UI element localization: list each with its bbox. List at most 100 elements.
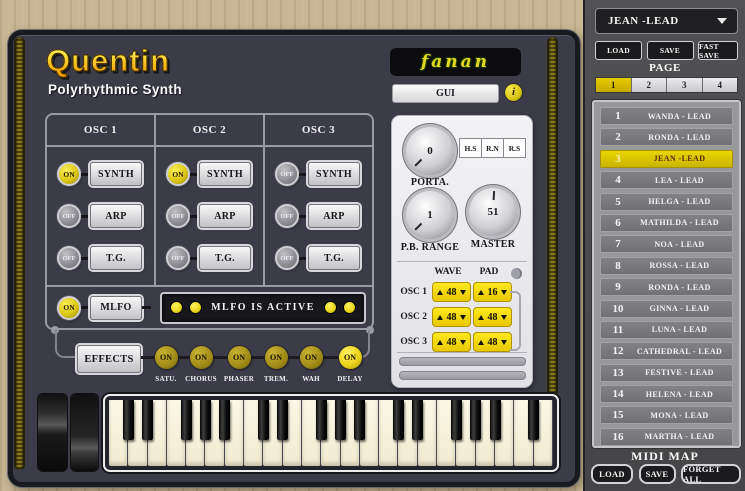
mlfo-button[interactable]: MLFO — [90, 296, 142, 320]
info-icon[interactable]: i — [505, 84, 522, 101]
arp-toggle[interactable]: OFF — [166, 204, 190, 228]
black-key[interactable] — [316, 400, 327, 440]
page-tab-3[interactable]: 3 — [667, 78, 703, 92]
page-tab-2[interactable]: 2 — [632, 78, 668, 92]
preset-item[interactable]: 16MARTHA - LEAD — [600, 428, 733, 446]
spinner-down-icon[interactable] — [501, 315, 507, 320]
preset-item[interactable]: 12CATHEDRAL - LEAD — [600, 342, 733, 360]
save-button[interactable]: SAVE — [647, 41, 694, 60]
tg-button[interactable]: T.G. — [199, 246, 251, 270]
midi-load-button[interactable]: LOAD — [591, 464, 633, 484]
black-key[interactable] — [123, 400, 134, 440]
black-key[interactable] — [142, 400, 153, 440]
preset-item[interactable]: 2RONDA - LEAD — [600, 128, 733, 146]
black-key[interactable] — [412, 400, 423, 440]
osc-row: OFF T.G. — [47, 246, 154, 270]
gui-button[interactable]: GUI — [392, 84, 499, 103]
black-key[interactable] — [219, 400, 230, 440]
preset-item[interactable]: 15MONA - LEAD — [600, 406, 733, 424]
spinner-down-icon[interactable] — [460, 340, 466, 345]
preset-item[interactable]: 1WANDA - LEAD — [600, 107, 733, 125]
fast-save-button[interactable]: FAST SAVE — [698, 41, 738, 60]
spinner-up-icon[interactable] — [437, 340, 443, 345]
effect-toggle-chorus[interactable]: ON — [190, 346, 213, 369]
spinner-up-icon[interactable] — [478, 290, 484, 295]
midi-save-button[interactable]: SAVE — [639, 464, 676, 484]
pitch-wheel[interactable] — [38, 394, 67, 471]
synth-toggle[interactable]: ON — [166, 162, 190, 186]
spinner-down-icon[interactable] — [501, 340, 507, 345]
tg-button[interactable]: T.G. — [308, 246, 360, 270]
black-key[interactable] — [470, 400, 481, 440]
synth-button[interactable]: SYNTH — [90, 162, 142, 186]
black-key[interactable] — [393, 400, 404, 440]
midi-forget-all-button[interactable]: FORGET ALL — [681, 464, 741, 484]
black-key[interactable] — [277, 400, 288, 440]
black-key[interactable] — [528, 400, 539, 440]
preset-item[interactable]: 7NOA - LEAD — [600, 235, 733, 253]
arp-button[interactable]: ARP — [308, 204, 360, 228]
effect-toggle-trem[interactable]: ON — [265, 346, 288, 369]
mod-wheel[interactable] — [71, 394, 98, 471]
arp-toggle[interactable]: OFF — [275, 204, 299, 228]
synth-toggle[interactable]: OFF — [275, 162, 299, 186]
black-key[interactable] — [490, 400, 501, 440]
page-tab-1[interactable]: 1 — [596, 78, 632, 92]
preset-item[interactable]: 10GINNA - LEAD — [600, 300, 733, 318]
black-key[interactable] — [181, 400, 192, 440]
preset-name: JEAN -LEAD — [635, 154, 732, 163]
tg-toggle[interactable]: OFF — [275, 246, 299, 270]
porta-knob[interactable]: 0 — [406, 127, 454, 175]
preset-item[interactable]: 5HELGA - LEAD — [600, 193, 733, 211]
preset-item[interactable]: 9RONDA - LEAD — [600, 278, 733, 296]
wave-spinner[interactable]: 48 — [432, 282, 471, 302]
mode-button-rn[interactable]: R.N — [481, 138, 504, 158]
mode-button-rs[interactable]: R.S — [503, 138, 526, 158]
preset-item[interactable]: 3JEAN -LEAD — [600, 150, 733, 168]
effect-toggle-satu[interactable]: ON — [155, 346, 178, 369]
pb-range-knob[interactable]: 1 — [406, 191, 454, 239]
effect-toggle-phaser[interactable]: ON — [228, 346, 251, 369]
effects-button[interactable]: EFFECTS — [77, 345, 141, 373]
tg-button[interactable]: T.G. — [90, 246, 142, 270]
tg-toggle[interactable]: OFF — [57, 246, 81, 270]
preset-dropdown[interactable]: JEAN -LEAD — [595, 8, 738, 34]
spinner-down-icon[interactable] — [460, 315, 466, 320]
black-key[interactable] — [200, 400, 211, 440]
black-key[interactable] — [451, 400, 462, 440]
page-tab-4[interactable]: 4 — [703, 78, 738, 92]
black-key[interactable] — [335, 400, 346, 440]
spinner-up-icon[interactable] — [437, 315, 443, 320]
arp-button[interactable]: ARP — [199, 204, 251, 228]
preset-item[interactable]: 4LEA - LEAD — [600, 171, 733, 189]
preset-item[interactable]: 13FESTIVE - LEAD — [600, 364, 733, 382]
tg-toggle[interactable]: OFF — [166, 246, 190, 270]
spinner-up-icon[interactable] — [437, 290, 443, 295]
mode-button-hs[interactable]: H.S — [459, 138, 482, 158]
preset-item[interactable]: 8ROSSA - LEAD — [600, 257, 733, 275]
pad-spinner[interactable]: 48 — [473, 332, 512, 352]
spinner-up-icon[interactable] — [478, 315, 484, 320]
preset-item[interactable]: 11LUNA - LEAD — [600, 321, 733, 339]
spinner-down-icon[interactable] — [501, 290, 507, 295]
wave-spinner[interactable]: 48 — [432, 332, 471, 352]
arp-toggle[interactable]: OFF — [57, 204, 81, 228]
black-key[interactable] — [354, 400, 365, 440]
arp-button[interactable]: ARP — [90, 204, 142, 228]
synth-button[interactable]: SYNTH — [199, 162, 251, 186]
black-key[interactable] — [258, 400, 269, 440]
mlfo-toggle[interactable]: ON — [57, 296, 81, 320]
preset-item[interactable]: 6MATHILDA - LEAD — [600, 214, 733, 232]
effect-toggle-wah[interactable]: ON — [300, 346, 323, 369]
load-button[interactable]: LOAD — [595, 41, 642, 60]
master-knob[interactable]: 51 — [469, 188, 517, 236]
preset-item[interactable]: 14HELENA - LEAD — [600, 385, 733, 403]
synth-toggle[interactable]: ON — [57, 162, 81, 186]
pad-spinner[interactable]: 16 — [473, 282, 512, 302]
spinner-down-icon[interactable] — [460, 290, 466, 295]
effect-toggle-delay[interactable]: ON — [339, 346, 362, 369]
spinner-up-icon[interactable] — [478, 340, 484, 345]
synth-button[interactable]: SYNTH — [308, 162, 360, 186]
wave-spinner[interactable]: 48 — [432, 307, 471, 327]
pad-spinner[interactable]: 48 — [473, 307, 512, 327]
